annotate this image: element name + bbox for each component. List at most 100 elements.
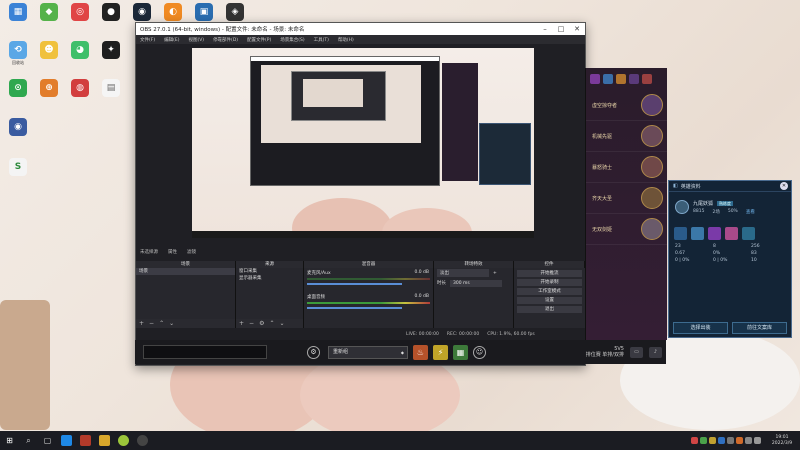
add-icon[interactable]: +: [139, 320, 144, 327]
item-icon[interactable]: [674, 226, 687, 240]
champion-row[interactable]: 暴怒骑士: [586, 152, 667, 183]
gear-icon[interactable]: ⚙: [259, 320, 264, 327]
map-icon[interactable]: ▦: [453, 344, 468, 360]
champion-chip[interactable]: [629, 74, 639, 84]
champion-chip[interactable]: [616, 74, 626, 84]
desktop-icon-app6[interactable]: ◐: [159, 3, 187, 22]
menu-item[interactable]: 文件(F): [140, 37, 155, 43]
source-item[interactable]: 窗口采集: [236, 268, 303, 275]
volume-slider[interactable]: [307, 283, 402, 285]
view-link[interactable]: 查看: [746, 209, 755, 215]
obs-titlebar[interactable]: OBS 27.0.1 (64-bit, windows) - 配置文件: 未命名…: [136, 23, 585, 35]
desktop-icon-app3[interactable]: ◎: [66, 3, 94, 22]
minimize-icon[interactable]: –: [537, 25, 553, 33]
desktop-icon-app2[interactable]: ◆: [35, 3, 63, 22]
tray-icon[interactable]: [718, 437, 725, 444]
champion-row[interactable]: 齐天大圣: [586, 183, 667, 214]
up-icon[interactable]: ⌃: [269, 320, 274, 327]
remove-icon[interactable]: −: [249, 320, 254, 327]
item-icon[interactable]: [742, 226, 755, 240]
champion-row[interactable]: 机械先驱: [586, 121, 667, 152]
select-build-button[interactable]: 选择出装: [673, 322, 728, 334]
tray-icon[interactable]: [736, 437, 743, 444]
item-icon[interactable]: [708, 226, 721, 240]
down-icon[interactable]: ⌄: [169, 320, 174, 327]
menu-item[interactable]: 配置文件(P): [247, 37, 271, 43]
mic-icon[interactable]: ♪: [649, 346, 662, 358]
tray-icon[interactable]: [709, 437, 716, 444]
source-item[interactable]: 显示器采集: [236, 275, 303, 282]
desktop-icon-app8[interactable]: ◈: [221, 3, 249, 22]
taskbar-app[interactable]: [57, 431, 76, 450]
emote-icon[interactable]: ☺: [473, 345, 486, 359]
desktop-icon-qq[interactable]: ✦: [97, 41, 125, 60]
menu-item[interactable]: 场景集合(S): [280, 37, 304, 43]
desktop-icon-steam[interactable]: ◉: [128, 3, 156, 22]
desktop-icon-recycle[interactable]: ⟲ 回收站: [4, 41, 32, 65]
desktop-icon-browser[interactable]: ◉: [4, 118, 32, 136]
scene-item[interactable]: 场景: [136, 268, 235, 275]
chat-icon[interactable]: ▭: [630, 346, 643, 358]
add-icon[interactable]: +: [239, 320, 244, 327]
properties-button[interactable]: 属性: [168, 249, 177, 255]
obs-preview[interactable]: [192, 48, 534, 238]
taskbar-app[interactable]: [95, 431, 114, 450]
add-icon[interactable]: +: [493, 271, 497, 276]
tray-icon[interactable]: [691, 437, 698, 444]
volume-slider[interactable]: [307, 307, 402, 309]
search-button[interactable]: ⌕: [19, 431, 38, 450]
desktop-icon-app-green2[interactable]: ⊙: [4, 79, 32, 98]
tray-icon[interactable]: [700, 437, 707, 444]
champion-row[interactable]: 虚空掠夺者: [586, 90, 667, 121]
menu-item[interactable]: 编辑(E): [164, 37, 179, 43]
obs-window[interactable]: OBS 27.0.1 (64-bit, windows) - 配置文件: 未命名…: [135, 22, 586, 366]
control-button[interactable]: 工作室模式: [517, 288, 582, 295]
item-icon[interactable]: [691, 226, 704, 240]
tray-icon[interactable]: [727, 437, 734, 444]
control-button[interactable]: 开始录制: [517, 279, 582, 286]
taskbar-app[interactable]: [76, 431, 95, 450]
desktop-icon-app7[interactable]: ▣: [190, 3, 218, 22]
group-select[interactable]: 重新组: [328, 345, 408, 359]
transition-select[interactable]: 淡出: [437, 269, 489, 277]
close-icon[interactable]: ✕: [569, 25, 585, 33]
duration-input[interactable]: 300 ms: [450, 279, 502, 287]
settings-icon[interactable]: ⚙: [307, 345, 320, 359]
desktop-icon-app-yellow[interactable]: ☻: [35, 41, 63, 60]
open-library-button[interactable]: 前往文案库: [732, 322, 787, 334]
desktop-icon-doc[interactable]: ▤: [97, 79, 125, 98]
task-view-button[interactable]: ▢: [38, 431, 57, 450]
filters-button[interactable]: 滤镜: [187, 249, 196, 255]
start-button[interactable]: ⊞: [0, 431, 19, 450]
taskbar-app[interactable]: [133, 431, 152, 450]
menu-item[interactable]: 帮助(H): [338, 37, 354, 43]
down-icon[interactable]: ⌄: [279, 320, 284, 327]
menu-item[interactable]: 视图(V): [188, 37, 204, 43]
maximize-icon[interactable]: □: [553, 25, 569, 33]
chat-input[interactable]: [143, 345, 267, 359]
close-icon[interactable]: ✕: [780, 182, 788, 190]
up-icon[interactable]: ⌃: [159, 320, 164, 327]
desktop-icon-this-pc[interactable]: ▦: [4, 3, 32, 22]
menu-item[interactable]: 停靠部件(D): [213, 37, 238, 43]
desktop-icon-app-orange[interactable]: ⊕: [35, 79, 63, 98]
run-icon[interactable]: ⚡: [433, 344, 448, 360]
control-button[interactable]: 开始推流: [517, 270, 582, 277]
menu-item[interactable]: 工具(T): [314, 37, 329, 43]
desktop-icon-app4[interactable]: ●: [97, 3, 125, 22]
network-icon[interactable]: [745, 437, 752, 444]
desktop-icon-app-red[interactable]: ◍: [66, 79, 94, 98]
item-icon[interactable]: [725, 226, 738, 240]
control-button[interactable]: 退出: [517, 306, 582, 313]
fire-icon[interactable]: ♨: [413, 344, 428, 360]
champion-chip[interactable]: [603, 74, 613, 84]
taskbar-app[interactable]: [114, 431, 133, 450]
remove-icon[interactable]: −: [149, 320, 154, 327]
champion-chip[interactable]: [590, 74, 600, 84]
clock[interactable]: 19:01 2022/3/9: [768, 435, 796, 447]
champion-row[interactable]: 无双剑姬: [586, 214, 667, 245]
control-button[interactable]: 设置: [517, 297, 582, 304]
champion-chip[interactable]: [642, 74, 652, 84]
desktop-icon-sheet[interactable]: S: [4, 158, 32, 176]
desktop-icon-app-green[interactable]: ◕: [66, 41, 94, 60]
